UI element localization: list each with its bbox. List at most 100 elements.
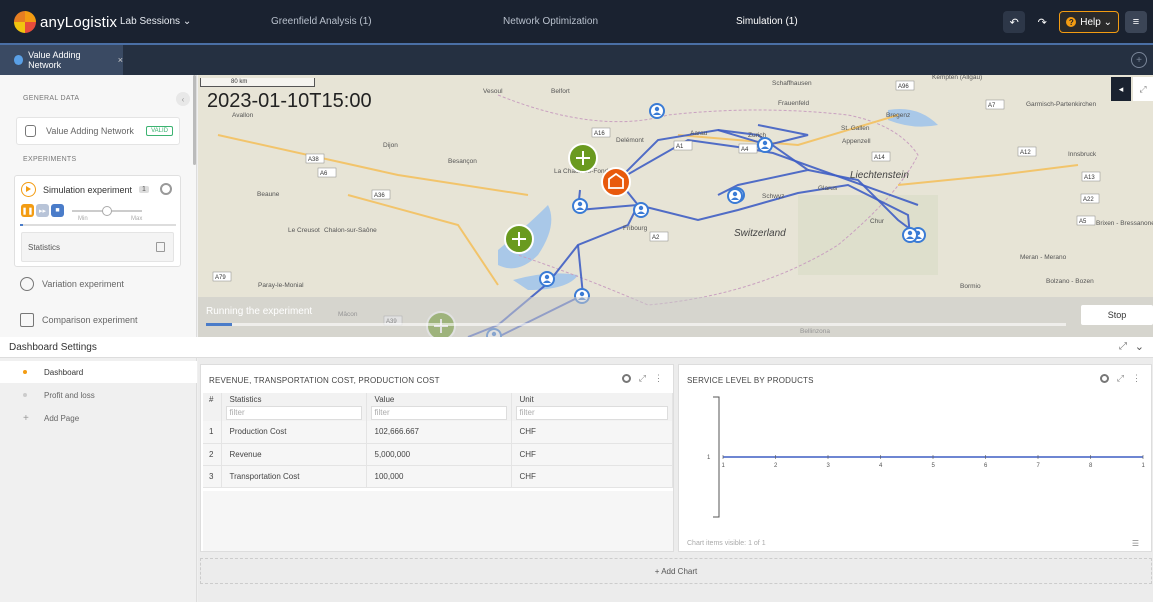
logo-icon [14, 11, 36, 33]
map-place-label: Bolzano - Bozen [1046, 278, 1094, 285]
profit-loss-page-item[interactable]: Profit and loss [0, 384, 197, 406]
nav-simulation[interactable]: Simulation (1) [736, 16, 798, 27]
map-place-label: Meran - Merano [1020, 254, 1067, 261]
simulation-header: Simulation experiment 1 [21, 182, 149, 197]
add-chart-button[interactable]: + Add Chart [200, 558, 1152, 584]
statistic-name: Production Cost [221, 421, 367, 444]
statistics-filter-input[interactable]: filter [225, 406, 362, 420]
panel-scrollbar[interactable] [193, 75, 196, 165]
road-label: A36 [374, 193, 385, 199]
supplier-marker-icon[interactable] [568, 143, 598, 173]
add-page-item[interactable]: + Add Page [0, 407, 197, 429]
road-label: A4 [741, 147, 749, 153]
app-logo[interactable]: anyLogistix [14, 11, 117, 33]
road-label: A22 [1083, 197, 1094, 203]
map-place-label: Dijon [383, 142, 398, 149]
column-header-statistics[interactable]: Statistics [221, 393, 367, 405]
row-number: 2 [203, 443, 222, 466]
customer-marker-icon[interactable] [539, 271, 555, 287]
main-menu-button[interactable]: ≡ [1125, 11, 1147, 33]
simulation-progress-fill [20, 224, 24, 226]
map-place-label: Kempten (Allgäu) [932, 75, 982, 81]
customer-marker-icon[interactable] [902, 227, 918, 243]
gear-icon[interactable] [160, 183, 172, 195]
nav-network-optimization[interactable]: Network Optimization [503, 16, 598, 27]
table-row[interactable]: 3 Transportation Cost 100,000 CHF [203, 465, 673, 488]
column-header-value[interactable]: Value [366, 393, 512, 405]
road-label: A79 [215, 275, 226, 281]
gear-icon[interactable] [621, 374, 631, 383]
redo-button[interactable]: ↷ [1031, 11, 1053, 33]
map-expand-button[interactable]: ⤢ [1133, 77, 1153, 101]
customer-marker-icon[interactable] [572, 198, 588, 214]
table-row[interactable]: 1 Production Cost 102,666.667 CHF [203, 421, 673, 444]
pause-button[interactable]: ❚❚ [21, 204, 34, 217]
add-tab-button[interactable]: + [1131, 52, 1147, 68]
tab-label: Value Adding Network [28, 50, 81, 70]
x-tick-label: 7 [1037, 463, 1041, 469]
add-page-label: Add Page [44, 413, 80, 423]
collapse-panel-button[interactable]: ‹ [176, 92, 190, 106]
route-line [617, 124, 809, 181]
logo-text: anyLogistix [40, 13, 118, 31]
slider-thumb[interactable] [102, 206, 112, 216]
help-label: Help ⌄ [1080, 16, 1112, 28]
network-item[interactable]: Value Adding Network VALID [16, 117, 180, 145]
supplier-marker-icon[interactable] [504, 224, 534, 254]
running-label: Running the experiment [206, 306, 313, 317]
customer-marker-icon[interactable] [649, 103, 665, 119]
trash-icon[interactable] [156, 242, 165, 252]
more-icon[interactable]: ⋮ [1132, 373, 1141, 384]
comparison-experiment-item[interactable]: Comparison experiment [20, 313, 138, 327]
nav-lab-sessions[interactable]: Lab Sessions ⌄ [120, 16, 191, 27]
table-row[interactable]: 2 Revenue 5,000,000 CHF [203, 443, 673, 466]
customer-marker-icon[interactable] [633, 202, 649, 218]
close-icon[interactable]: × [118, 55, 123, 65]
statistics-item[interactable]: Statistics [21, 232, 174, 262]
variation-experiment-item[interactable]: Variation experiment [20, 277, 124, 291]
undo-icon: ↶ [1009, 16, 1019, 29]
unit-filter-input[interactable]: filter [515, 406, 668, 420]
customer-marker-icon[interactable] [757, 137, 773, 153]
speed-slider[interactable] [72, 206, 142, 216]
value-filter-input[interactable]: filter [370, 406, 507, 420]
map-collapse-button[interactable]: ◂ [1111, 77, 1131, 101]
customer-marker-icon[interactable] [727, 188, 743, 204]
more-icon[interactable]: ⋮ [654, 373, 663, 384]
simulation-experiment-card[interactable]: Simulation experiment 1 ❚❚ ▸▸ ■ Min Max … [14, 175, 181, 267]
map-place-label: Paray-le-Monial [258, 282, 304, 289]
dashboard-page-label: Dashboard [44, 367, 84, 377]
chevron-down-icon[interactable]: ⌄ [1135, 340, 1144, 353]
column-header-number[interactable]: # [203, 393, 222, 405]
nav-greenfield-analysis[interactable]: Greenfield Analysis (1) [271, 16, 372, 27]
help-button[interactable]: ? Help ⌄ [1059, 11, 1119, 33]
place-labels: Vesoul Belfort Schaffhausen Kempten (Allgäu… [212, 75, 1153, 335]
undo-button[interactable]: ↶ [1003, 11, 1026, 33]
chart-marks: 1 1 2 3 4 5 6 7 8 1 [707, 455, 1146, 469]
x-tick-label: 5 [932, 463, 936, 469]
legend-list-icon[interactable]: ☰ [1132, 539, 1139, 548]
run-count-badge: 1 [139, 186, 149, 193]
expand-icon[interactable]: ⤢ [639, 373, 646, 384]
dashboard-settings-title: Dashboard Settings [9, 342, 97, 353]
stop-button-small[interactable]: ■ [51, 204, 64, 217]
map-place-label: Garmisch-Partenkirchen [1026, 101, 1096, 108]
expand-icon[interactable]: ⤢ [1119, 341, 1127, 352]
redo-icon: ↷ [1037, 16, 1047, 29]
map-place-label: Besançon [448, 158, 477, 165]
tab-value-adding-network[interactable]: Value Adding Network × [0, 45, 123, 75]
dashboard-page-item[interactable]: Dashboard [0, 361, 197, 383]
fast-forward-button[interactable]: ▸▸ [36, 204, 49, 217]
map-place-label: Liechtenstein [850, 170, 909, 181]
stop-button[interactable]: Stop [1081, 305, 1153, 325]
gear-icon[interactable] [1099, 374, 1109, 383]
statistic-name: Transportation Cost [221, 465, 367, 488]
map-place-label: Beaune [257, 191, 280, 198]
map-view[interactable]: Vesoul Belfort Schaffhausen Kempten (Allgäu… [198, 75, 1153, 337]
expand-icon[interactable]: ⤢ [1117, 373, 1124, 384]
warehouse-marker-icon[interactable] [601, 167, 631, 197]
map-place-label: Frauenfeld [778, 100, 809, 107]
column-header-unit[interactable]: Unit [511, 393, 673, 405]
chart-widget-title: SERVICE LEVEL BY PRODUCTS [687, 376, 814, 385]
table-empty-area [203, 491, 673, 551]
